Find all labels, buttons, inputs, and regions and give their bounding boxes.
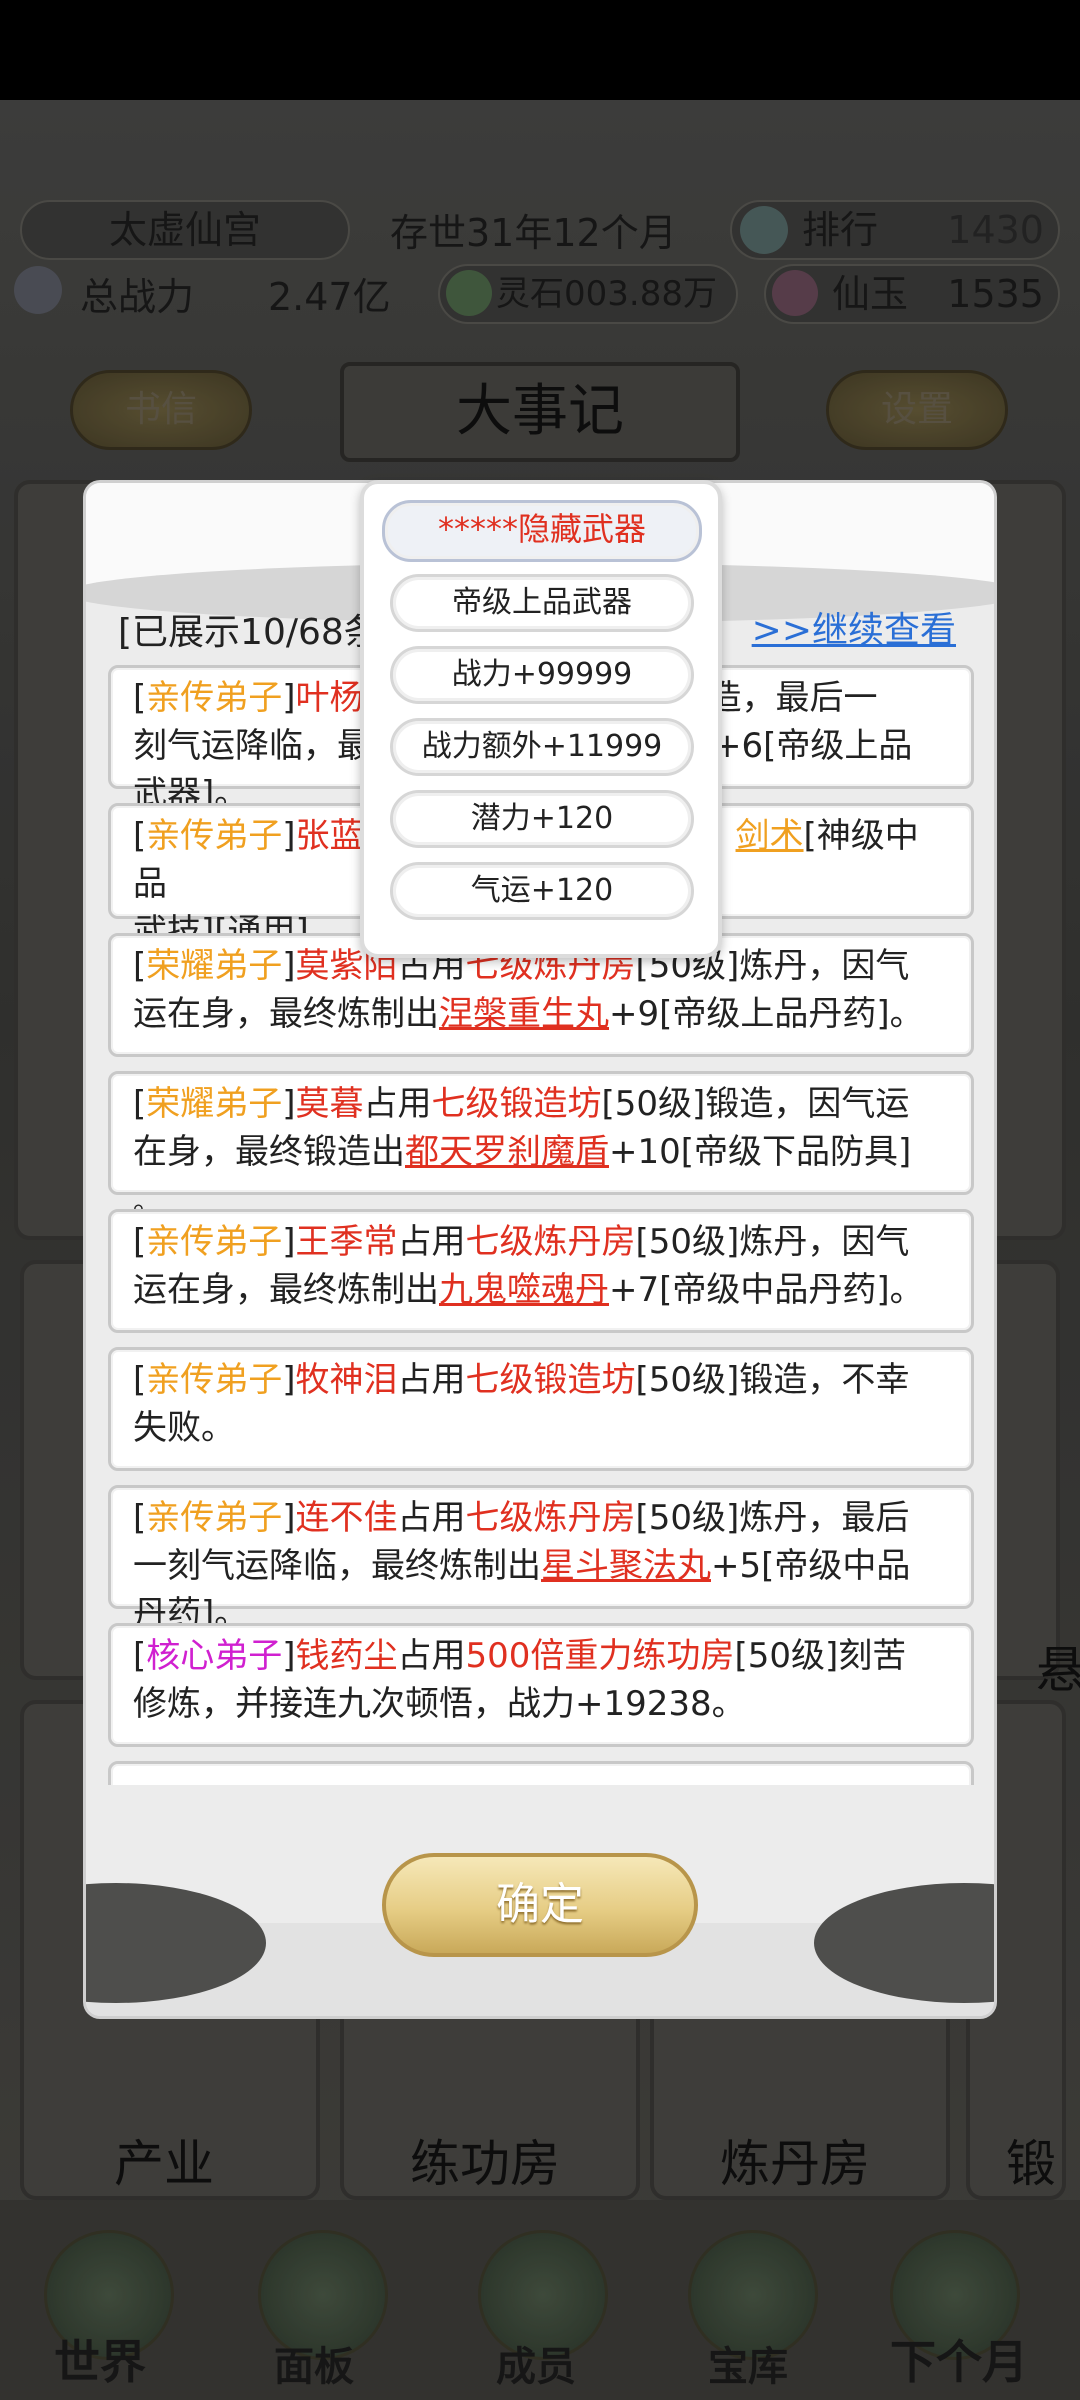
event-text: [50级]锻造，不幸 <box>635 1360 910 1400</box>
power-value: 2.47亿 <box>268 275 391 319</box>
nav-members[interactable]: 成员 <box>496 2334 576 2392</box>
disciple-name: 连不佳 <box>295 1498 398 1538</box>
event-card: [荣耀弟子]莫暮占用七级锻造坊[50级]锻造，因气运 在身，最终锻造出都天罗刹魔… <box>108 1071 974 1216</box>
letters-button[interactable]: 书信 <box>70 370 252 450</box>
disciple-name: 王季常 <box>295 1222 398 1262</box>
item-link[interactable]: 都天罗刹魔盾 <box>405 1132 609 1172</box>
event-text: 在身，最终锻造出 <box>133 1132 405 1172</box>
item-link[interactable]: 剑术 <box>736 816 804 856</box>
disciple-rank: 荣耀弟子 <box>146 1084 283 1124</box>
event-text: [50级]炼丹，最后 <box>635 1498 910 1538</box>
event-card: [亲传弟子]王季常占用七级炼丹房[50级]炼丹，因气 运在身，最终炼制出九鬼噬魂… <box>108 1209 974 1333</box>
event-text: 占用 <box>397 1222 466 1262</box>
spirit-stone-plate[interactable]: 灵石003.88万 <box>438 264 738 324</box>
disciple-name: 莫暮 <box>295 1084 364 1124</box>
facility-name: 七级锻造坊 <box>431 1084 602 1124</box>
jade-label: 仙玉 <box>832 272 909 316</box>
pagoda-icon <box>740 206 788 254</box>
disciple-rank: 核心弟子 <box>146 1636 283 1676</box>
facility-label-forge: 锻 <box>1006 2135 1056 2193</box>
item-link[interactable]: 涅槃重生丸 <box>439 994 609 1034</box>
spirit-stone-icon <box>446 270 492 316</box>
event-text: 占用 <box>397 1498 466 1538</box>
event-card: [核心弟子]钱药尘占用500倍重力练功房[50级]刻苦 修炼，并接连九次顿悟，战… <box>108 1623 974 1747</box>
event-text: +10[帝级下品防具] <box>609 1132 912 1172</box>
power-label: 总战力 <box>80 275 195 319</box>
facility-label-training: 练功房 <box>410 2135 560 2193</box>
event-card-partial <box>108 1761 974 1785</box>
event-text: 失败。 <box>133 1408 235 1448</box>
item-tooltip: *****隐藏武器 帝级上品武器 战力+99999 战力额外+11999 潜力+… <box>360 480 722 958</box>
nav-panel[interactable]: 面板 <box>274 2334 354 2392</box>
item-luck: 气运+120 <box>390 862 694 920</box>
event-text: 刻气运降临，最 <box>133 726 371 766</box>
event-text: 占用 <box>397 1636 466 1676</box>
disciple-rank: 亲传弟子 <box>146 816 283 856</box>
event-text: +5[帝级中品 <box>711 1546 911 1586</box>
event-text: +7[帝级中品丹药]。 <box>609 1270 924 1310</box>
rank-value: 1430 <box>947 208 1044 252</box>
jade-icon <box>772 270 818 316</box>
disciple-rank: 亲传弟子 <box>146 1498 283 1538</box>
settings-button[interactable]: 设置 <box>826 370 1008 450</box>
disciple-name: 张蓝 <box>295 816 364 856</box>
item-power: 战力+99999 <box>390 646 694 704</box>
item-link[interactable]: 星斗聚法丸 <box>541 1546 711 1586</box>
event-text: 运在身，最终炼制出 <box>133 994 439 1034</box>
disciple-rank: 亲传弟子 <box>146 1360 283 1400</box>
bottom-nav: 世界 面板 成员 宝库 下个月 <box>0 2200 1080 2400</box>
event-text: [50级]炼丹，因气 <box>635 1222 910 1262</box>
jade-plate[interactable]: 仙玉 1535 <box>764 264 1060 324</box>
rank-plate[interactable]: 排行 1430 <box>730 200 1060 260</box>
sect-name-plate: 太虚仙宫 <box>20 200 350 260</box>
facility-name: 七级炼丹房 <box>465 1222 636 1262</box>
item-extra-power: 战力额外+11999 <box>390 718 694 776</box>
event-text: [50级]刻苦 <box>734 1636 907 1676</box>
nav-world[interactable]: 世界 <box>54 2326 146 2392</box>
sect-name: 太虚仙宫 <box>108 208 261 252</box>
item-link[interactable]: 九鬼噬魂丹 <box>439 1270 609 1310</box>
rank-label: 排行 <box>802 208 879 252</box>
facility-label-industry: 产业 <box>114 2135 214 2193</box>
disciple-name: 叶杨 <box>295 678 364 718</box>
events-title: 大事记 <box>340 362 740 462</box>
power-icon <box>14 266 62 314</box>
event-card: [亲传弟子]连不佳占用七级炼丹房[50级]炼丹，最后 一刻气运降临，最终炼制出星… <box>108 1485 974 1634</box>
event-text: 占用 <box>397 1360 466 1400</box>
event-text: 一刻气运降临，最终炼制出 <box>133 1546 541 1586</box>
view-more-link[interactable]: >>继续查看 <box>752 601 956 653</box>
item-grade: 帝级上品武器 <box>390 574 694 632</box>
nav-next-month[interactable]: 下个月 <box>890 2326 1028 2392</box>
event-text: [50级]锻造，因气运 <box>601 1084 910 1124</box>
facility-name: 500倍重力练功房 <box>465 1636 735 1676</box>
disciple-rank: 荣耀弟子 <box>146 946 283 986</box>
confirm-button[interactable]: 确定 <box>382 1853 698 1957</box>
side-label: 悬 <box>1036 1641 1080 1699</box>
disciple-name: 牧神泪 <box>295 1360 398 1400</box>
event-text: 修炼，并接连九次顿悟，战力+19238。 <box>133 1684 746 1724</box>
event-text: 运在身，最终炼制出 <box>133 1270 439 1310</box>
status-bar <box>0 0 1080 100</box>
disciple-rank: 亲传弟子 <box>146 678 283 718</box>
nav-treasury[interactable]: 宝库 <box>708 2334 788 2392</box>
disciple-rank: 亲传弟子 <box>146 1222 283 1262</box>
jade-value: 1535 <box>947 272 1044 316</box>
event-text: +9[帝级上品丹药]。 <box>609 994 924 1034</box>
sect-age: 存世31年12个月 <box>390 211 677 255</box>
spirit-stone-value: 灵石003.88万 <box>496 274 717 314</box>
disciple-name: 钱药尘 <box>295 1636 398 1676</box>
event-text: +6[帝级上品 <box>713 726 913 766</box>
event-text: 占用 <box>363 1084 432 1124</box>
event-card: [亲传弟子]牧神泪占用七级锻造坊[50级]锻造，不幸 失败。 <box>108 1347 974 1471</box>
item-potential: 潜力+120 <box>390 790 694 848</box>
item-name: *****隐藏武器 <box>382 500 702 562</box>
facility-label-alchemy: 炼丹房 <box>720 2135 870 2193</box>
facility-name: 七级炼丹房 <box>465 1498 636 1538</box>
shown-count: [已展示10/68条 <box>118 612 380 653</box>
facility-name: 七级锻造坊 <box>465 1360 636 1400</box>
